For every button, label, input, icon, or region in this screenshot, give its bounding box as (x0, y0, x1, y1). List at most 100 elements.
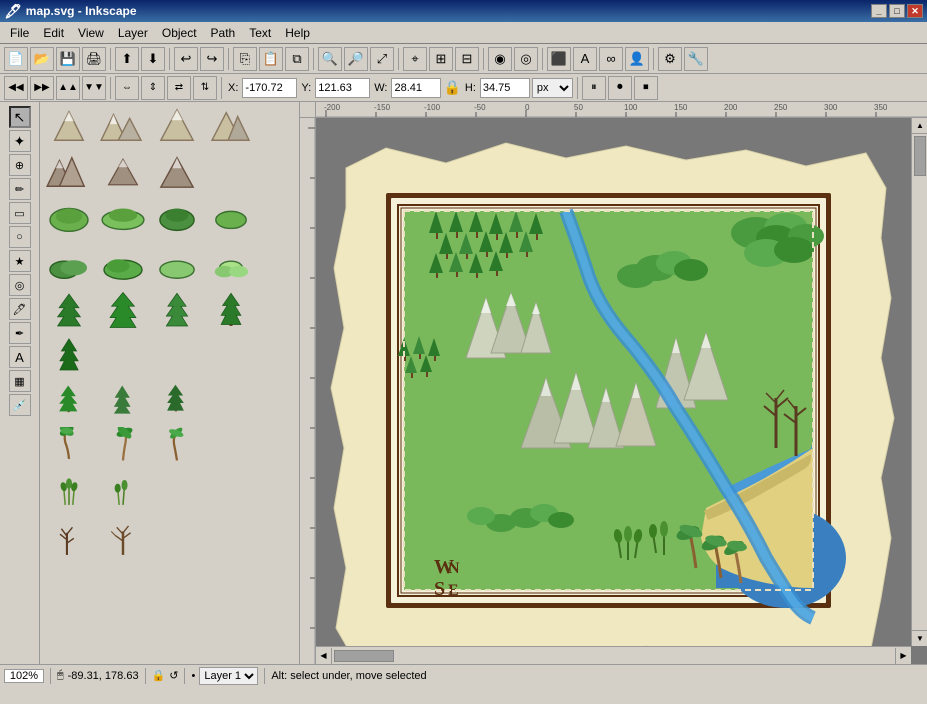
zoom-level[interactable]: 102% (4, 669, 44, 683)
align-left-button[interactable]: ◀◀ (4, 76, 28, 100)
symbol-tree-broad3[interactable] (152, 198, 202, 238)
symbol-palm3[interactable] (152, 426, 202, 466)
w-input[interactable] (391, 78, 441, 98)
menu-layer[interactable]: Layer (112, 24, 154, 42)
symbol-pine1[interactable] (44, 290, 94, 330)
symbol-dead-tree1[interactable] (44, 518, 94, 558)
copy-button[interactable]: ⎘ (233, 47, 257, 71)
paste-button[interactable]: 📋 (259, 47, 283, 71)
symbol-bush4[interactable] (206, 244, 256, 284)
stop-button[interactable]: ⏹ (634, 76, 658, 100)
canvas-scroll-area[interactable]: W N S E ▲ ▼ ◀ (316, 118, 927, 664)
import-button[interactable]: ⬆ (115, 47, 139, 71)
align-bottom-button[interactable]: ▼▼ (82, 76, 106, 100)
align-top-button[interactable]: ▲▲ (56, 76, 80, 100)
titlebar-controls[interactable]: _ □ ✕ (871, 4, 923, 18)
symbol-mountain-sm1[interactable] (44, 106, 94, 146)
scrollbar-up-button[interactable]: ▲ (912, 118, 927, 134)
record-button[interactable]: ⏺ (608, 76, 632, 100)
star-tool-button[interactable]: ★ (9, 250, 31, 272)
duplicate-button[interactable]: ⧉ (285, 47, 309, 71)
symbol-dead-tree2[interactable] (98, 518, 148, 558)
scrollbar-hthumb[interactable] (334, 650, 394, 662)
new-button[interactable]: 📄 (4, 47, 28, 71)
menu-object[interactable]: Object (156, 24, 203, 42)
flow-button[interactable]: ∞ (599, 47, 623, 71)
export-button[interactable]: ⬇ (141, 47, 165, 71)
symbol-tree-broad1[interactable] (44, 198, 94, 238)
menu-file[interactable]: File (4, 24, 35, 42)
scrollbar-left-button[interactable]: ◀ (316, 648, 332, 664)
menu-view[interactable]: View (72, 24, 110, 42)
minimize-button[interactable]: _ (871, 4, 887, 18)
zoom-out-button[interactable]: 🔎 (344, 47, 368, 71)
symbol-small-pine2[interactable] (98, 380, 148, 420)
symbol-mountain-d2[interactable] (98, 152, 148, 192)
dist2-button[interactable]: ⇄ (167, 76, 191, 100)
symbol-tree-broad2[interactable] (98, 198, 148, 238)
print-button[interactable]: 🖨 (82, 47, 106, 71)
y-input[interactable] (315, 78, 370, 98)
pref-button[interactable]: ⚙ (658, 47, 682, 71)
lock-icon[interactable]: 🔒 (443, 79, 460, 96)
symbol-mountain-sm3[interactable] (152, 106, 202, 146)
save-button[interactable]: 💾 (56, 47, 80, 71)
snap2-button[interactable]: ⊞ (429, 47, 453, 71)
symbol-bush2[interactable] (98, 244, 148, 284)
symbol-mountain-sm4[interactable] (206, 106, 256, 146)
node-snap-button[interactable]: ◉ (488, 47, 512, 71)
symbol-pine4[interactable] (206, 290, 256, 330)
align-right-button[interactable]: ▶▶ (30, 76, 54, 100)
dropper-tool-button[interactable]: 💉 (9, 394, 31, 416)
scrollbar-right-button[interactable]: ▶ (895, 648, 911, 664)
dist-v-button[interactable]: ⇕ (141, 76, 165, 100)
maximize-button[interactable]: □ (889, 4, 905, 18)
ext-button[interactable]: 🔧 (684, 47, 708, 71)
h-input[interactable] (480, 78, 530, 98)
close-button[interactable]: ✕ (907, 4, 923, 18)
node2-button[interactable]: ◎ (514, 47, 538, 71)
pencil-tool-button[interactable]: ✏ (9, 178, 31, 200)
circle-tool-button[interactable]: ○ (9, 226, 31, 248)
dist3-button[interactable]: ⇅ (193, 76, 217, 100)
pause-button[interactable]: ⏸ (582, 76, 606, 100)
fill-button[interactable]: ⬛ (547, 47, 571, 71)
scrollbar-thumb[interactable] (914, 136, 926, 176)
menu-edit[interactable]: Edit (37, 24, 70, 42)
symbol-bush1[interactable] (44, 244, 94, 284)
rect-tool-button[interactable]: ▭ (9, 202, 31, 224)
symbol-small-pine3[interactable] (152, 380, 202, 420)
zoom-tool-button[interactable]: ⊕ (9, 154, 31, 176)
symbol-bush3[interactable] (152, 244, 202, 284)
spiral-tool-button[interactable]: ◎ (9, 274, 31, 296)
node-tool-button[interactable]: ✦ (9, 130, 31, 152)
text-tool-button[interactable]: A (9, 346, 31, 368)
symbol-pine5[interactable] (44, 334, 94, 374)
unit-select[interactable]: px mm cm in (532, 78, 573, 98)
menu-text[interactable]: Text (243, 24, 277, 42)
gradient-tool-button[interactable]: ▦ (9, 370, 31, 392)
symbol-tree-broad4[interactable] (206, 198, 256, 238)
symbol-grass1[interactable] (44, 472, 94, 512)
zoom-in-button[interactable]: 🔍 (318, 47, 342, 71)
menu-path[interactable]: Path (205, 24, 242, 42)
scrollbar-horizontal[interactable]: ◀ ▶ (316, 646, 911, 664)
open-button[interactable]: 📂 (30, 47, 54, 71)
calligraphy-tool-button[interactable]: ✒ (9, 322, 31, 344)
symbol-mountain-d3[interactable] (152, 152, 202, 192)
layer-select[interactable]: Layer 1 (199, 667, 258, 685)
select-tool-button[interactable]: ↖ (9, 106, 31, 128)
symbol-palm1[interactable] (44, 426, 94, 466)
symbol-grass2[interactable] (98, 472, 148, 512)
symbol-small-pine1[interactable] (44, 380, 94, 420)
scrollbar-down-button[interactable]: ▼ (912, 630, 927, 646)
symbol-mountain-d1[interactable] (44, 152, 94, 192)
menu-help[interactable]: Help (279, 24, 316, 42)
undo-button[interactable]: ↩ (174, 47, 198, 71)
redo-button[interactable]: ↪ (200, 47, 224, 71)
text2-button[interactable]: A (573, 47, 597, 71)
symbol-palm2[interactable] (98, 426, 148, 466)
user-button[interactable]: 👤 (625, 47, 649, 71)
scrollbar-vertical[interactable]: ▲ ▼ (911, 118, 927, 646)
zoom-fit-button[interactable]: ⤢ (370, 47, 394, 71)
